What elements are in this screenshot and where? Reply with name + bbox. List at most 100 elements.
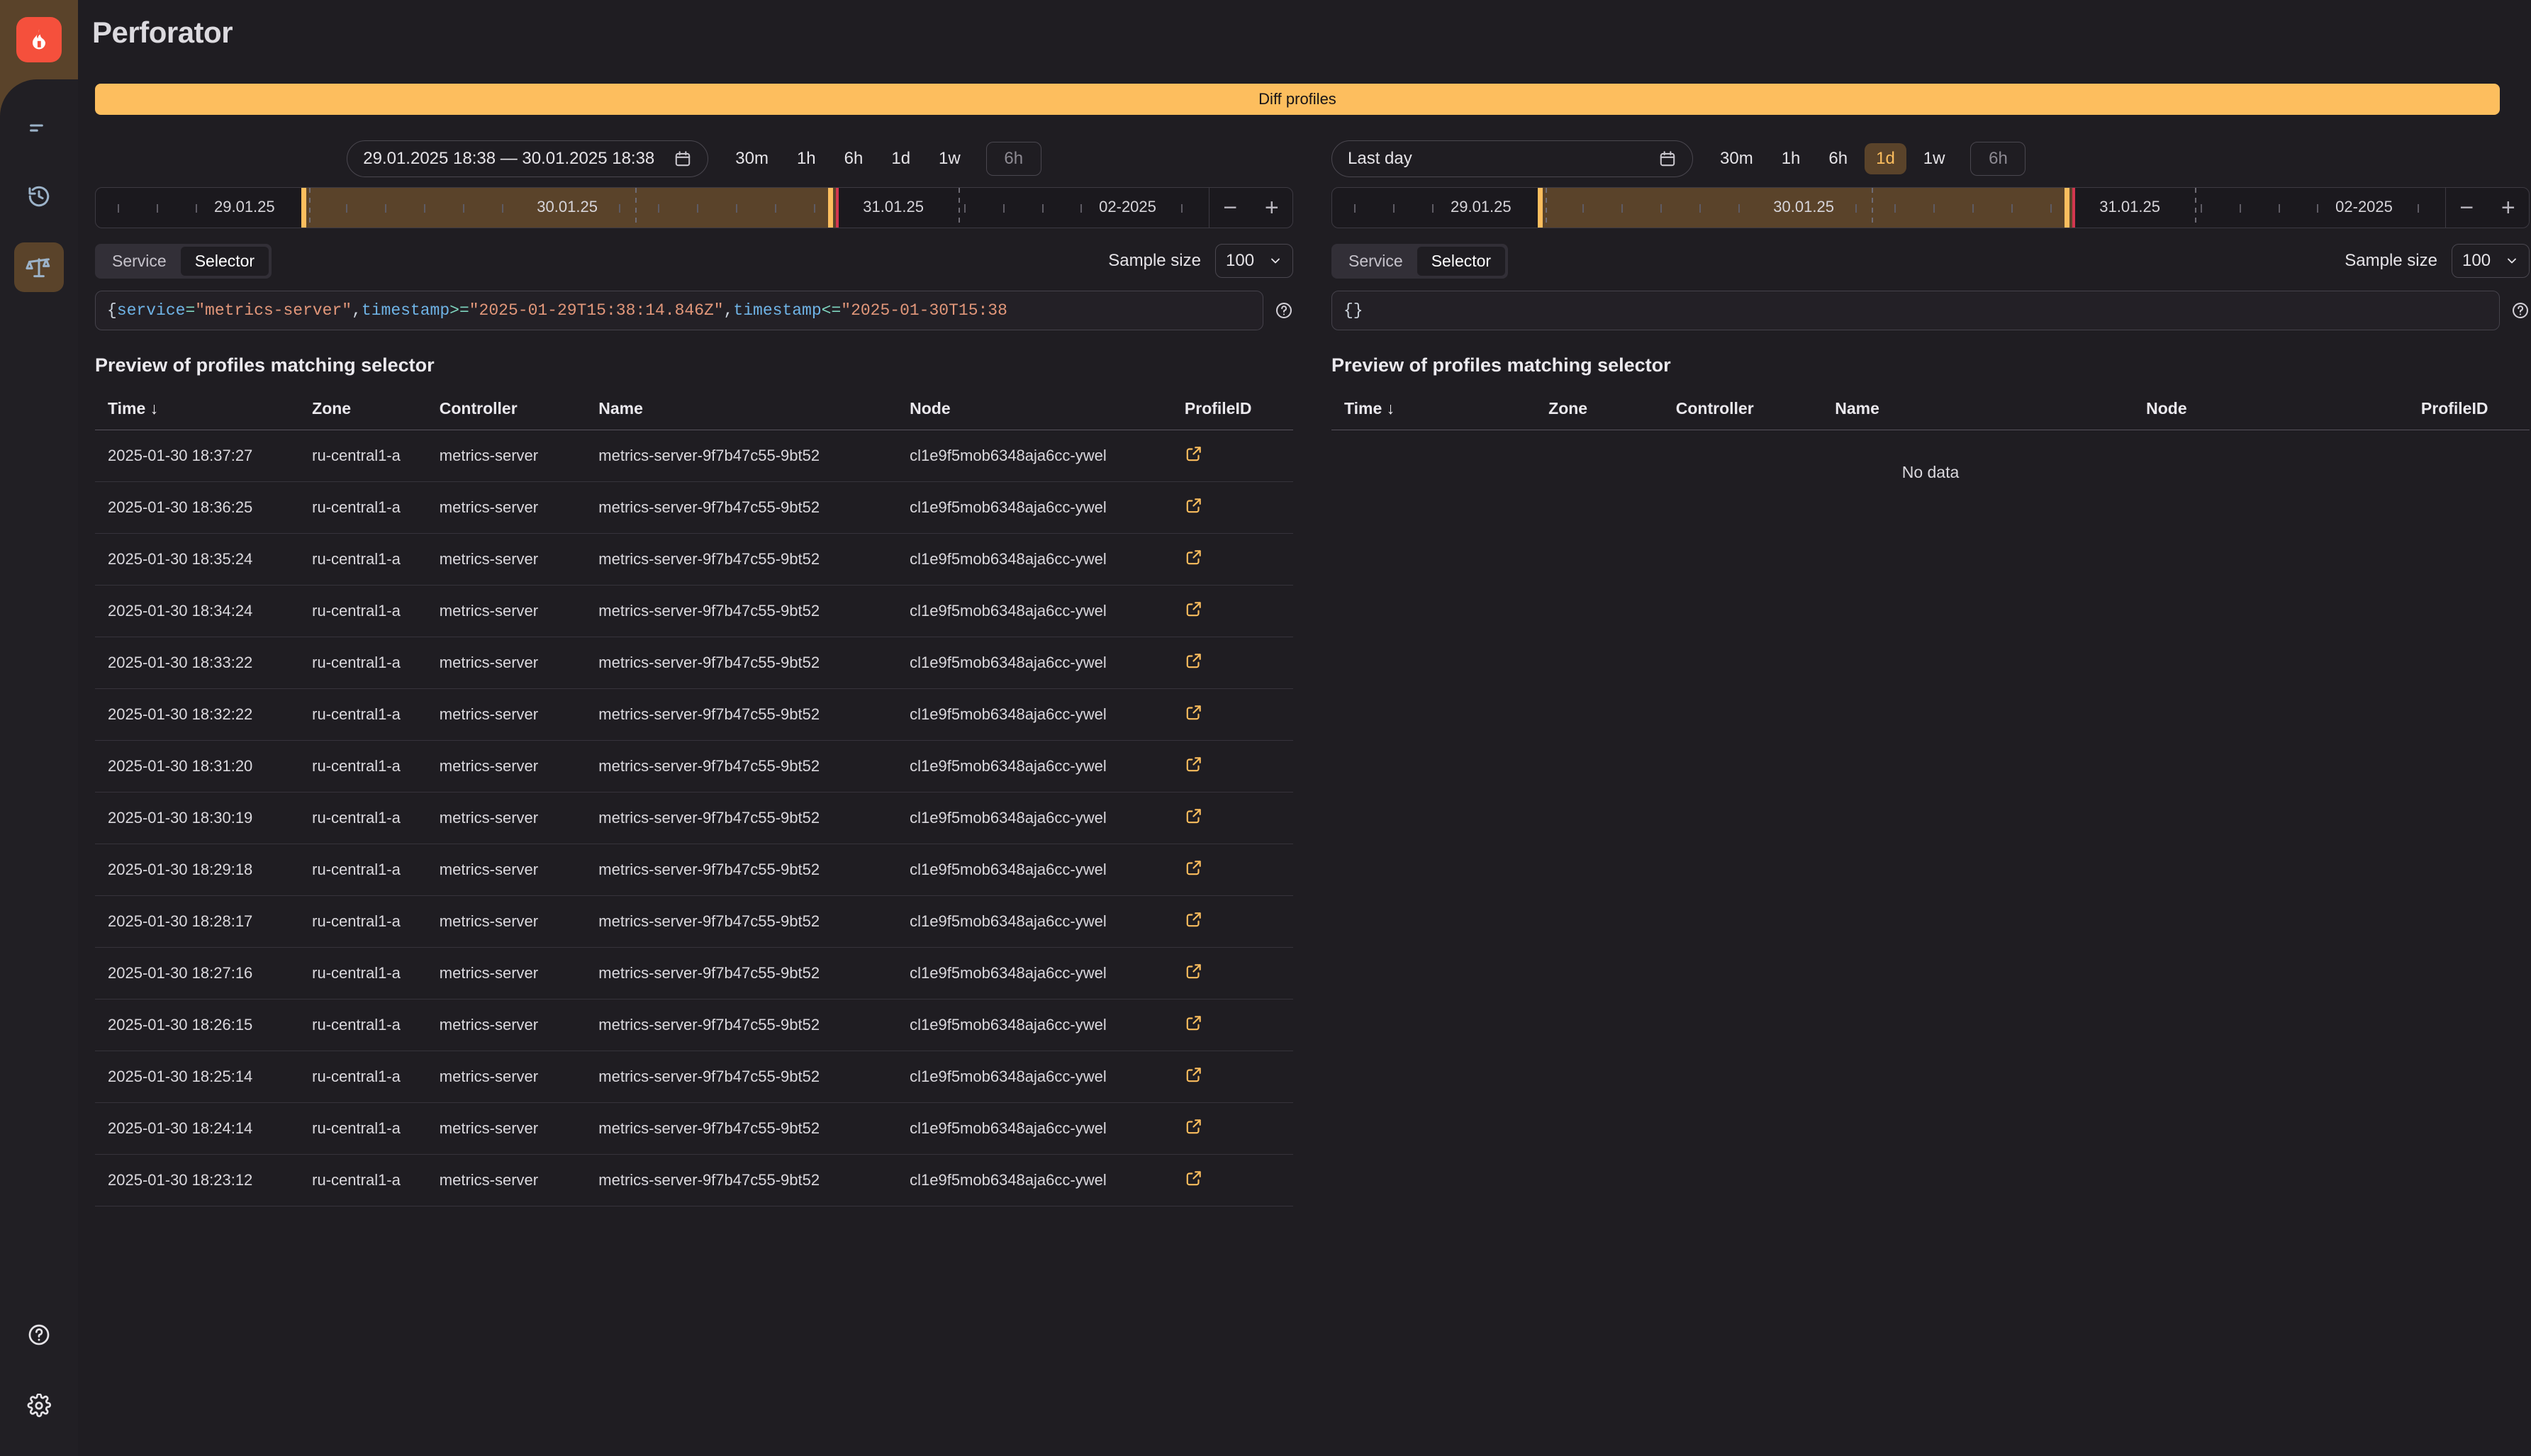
right-date-range-input[interactable]: Last day bbox=[1331, 140, 1693, 177]
right-sample-size-select[interactable]: 100 bbox=[2452, 244, 2530, 278]
right-col-controller[interactable]: Controller bbox=[1676, 389, 1836, 430]
left-timeline-track[interactable]: 29.01.25 30.01.25 31.01.25 02-2025 bbox=[96, 188, 1209, 228]
table-row[interactable]: 2025-01-30 18:24:14 ru-central1-a metrics-… bbox=[95, 1102, 1293, 1155]
open-profile-link[interactable] bbox=[1185, 651, 1203, 670]
table-row[interactable]: 2025-01-30 18:37:27 ru-central1-a metrics-… bbox=[95, 430, 1293, 482]
left-selector-input[interactable]: {service = "metrics-server", timestamp >=… bbox=[95, 291, 1263, 330]
right-col-time[interactable]: Time ↓ bbox=[1331, 389, 1548, 430]
right-zoom-out-button[interactable]: − bbox=[2459, 196, 2474, 220]
right-range-1d[interactable]: 1d bbox=[1865, 143, 1906, 174]
right-tab-selector[interactable]: Selector bbox=[1417, 246, 1506, 276]
open-profile-link[interactable] bbox=[1185, 1065, 1203, 1084]
external-link-icon bbox=[1186, 861, 1201, 875]
table-row[interactable]: 2025-01-30 18:26:15 ru-central1-a metrics-… bbox=[95, 999, 1293, 1051]
left-col-zone[interactable]: Zone bbox=[312, 389, 440, 430]
left-col-node[interactable]: Node bbox=[910, 389, 1185, 430]
open-profile-link[interactable] bbox=[1185, 600, 1203, 618]
app-logo[interactable] bbox=[16, 17, 62, 62]
table-row[interactable]: 2025-01-30 18:36:25 ru-central1-a metrics-… bbox=[95, 481, 1293, 534]
table-row[interactable]: 2025-01-30 18:34:24 ru-central1-a metrics-… bbox=[95, 585, 1293, 637]
right-range-30m[interactable]: 30m bbox=[1709, 143, 1765, 174]
left-range-6h[interactable]: 6h bbox=[833, 143, 875, 174]
sidebar-item-history[interactable] bbox=[14, 172, 64, 221]
table-row[interactable]: 2025-01-30 18:29:18 ru-central1-a metrics-… bbox=[95, 844, 1293, 896]
left-timeline-handle-start[interactable] bbox=[301, 188, 307, 228]
table-row[interactable]: 2025-01-30 18:35:24 ru-central1-a metrics-… bbox=[95, 533, 1293, 586]
left-range-30m[interactable]: 30m bbox=[724, 143, 780, 174]
table-row[interactable]: 2025-01-30 18:32:22 ru-central1-a metrics-… bbox=[95, 688, 1293, 741]
left-selector-help-icon[interactable] bbox=[1275, 301, 1293, 320]
open-profile-link[interactable] bbox=[1185, 496, 1203, 515]
open-profile-link[interactable] bbox=[1185, 548, 1203, 566]
right-empty-state: No data bbox=[1901, 463, 1960, 481]
table-row[interactable]: 2025-01-30 18:27:16 ru-central1-a metrics-… bbox=[95, 947, 1293, 999]
cell-time: 2025-01-30 18:22:08 bbox=[95, 1206, 313, 1220]
table-row[interactable]: 2025-01-30 18:28:17 ru-central1-a metrics-… bbox=[95, 895, 1293, 948]
sidebar-item-settings[interactable] bbox=[14, 1381, 64, 1430]
right-timeline-handle-end[interactable] bbox=[2065, 188, 2070, 228]
right-timeline[interactable]: 29.01.25 30.01.25 31.01.25 02-2025 − + bbox=[1331, 187, 2530, 228]
open-profile-link[interactable] bbox=[1185, 703, 1203, 722]
external-link-icon bbox=[1186, 705, 1201, 720]
right-range-1h[interactable]: 1h bbox=[1770, 143, 1812, 174]
left-sample-size-label: Sample size bbox=[1108, 251, 1201, 270]
open-profile-link[interactable] bbox=[1185, 962, 1203, 980]
left-range-1d[interactable]: 1d bbox=[880, 143, 922, 174]
left-date-range-input[interactable]: 29.01.2025 18:38 — 30.01.2025 18:38 bbox=[347, 140, 709, 177]
left-col-profileid[interactable]: ProfileID bbox=[1185, 389, 1293, 430]
right-timeline-track[interactable]: 29.01.25 30.01.25 31.01.25 02-2025 bbox=[1332, 188, 2445, 228]
open-profile-link[interactable] bbox=[1185, 910, 1203, 929]
right-timeline-label-3: 31.01.25 bbox=[2092, 198, 2167, 216]
open-profile-link[interactable] bbox=[1185, 1169, 1203, 1187]
cell-profileid bbox=[1184, 1051, 1293, 1103]
left-col-name[interactable]: Name bbox=[598, 389, 910, 430]
right-timeline-handle-start[interactable] bbox=[1538, 188, 1543, 228]
left-tab-service[interactable]: Service bbox=[98, 247, 181, 276]
left-zoom-out-button[interactable]: − bbox=[1223, 196, 1237, 220]
left-timeline-handle-end[interactable] bbox=[828, 188, 834, 228]
cell-name: metrics-server-9f7b47c55-9bt52 bbox=[598, 1102, 910, 1155]
open-profile-link[interactable] bbox=[1185, 1117, 1203, 1136]
right-col-profileid[interactable]: ProfileID bbox=[2421, 389, 2530, 430]
table-row[interactable]: 2025-01-30 18:31:20 ru-central1-a metrics-… bbox=[95, 740, 1293, 793]
open-profile-link[interactable] bbox=[1185, 807, 1203, 825]
left-tab-selector[interactable]: Selector bbox=[180, 246, 269, 276]
left-col-time[interactable]: Time ↓ bbox=[95, 389, 312, 430]
cell-node: cl1e9f5mob6348aja6cc-ywel bbox=[910, 1051, 1185, 1103]
open-profile-link[interactable] bbox=[1185, 858, 1203, 877]
right-range-buttons: 30m 1h 6h 1d 1w 6h bbox=[1709, 142, 2026, 176]
left-timeline[interactable]: 29.01.25 30.01.25 31.01.25 02-2025 − + bbox=[95, 187, 1293, 228]
diff-profiles-button[interactable]: Diff profiles bbox=[95, 84, 2500, 115]
left-sample-size-select[interactable]: 100 bbox=[1215, 244, 1293, 278]
right-custom-range-input[interactable]: 6h bbox=[1970, 142, 2026, 176]
right-col-name[interactable]: Name bbox=[1835, 389, 2146, 430]
right-range-1w[interactable]: 1w bbox=[1912, 143, 1957, 174]
left-range-1h[interactable]: 1h bbox=[786, 143, 827, 174]
right-tab-service[interactable]: Service bbox=[1334, 247, 1417, 276]
right-sample-size-group: Sample size 100 bbox=[2345, 244, 2530, 278]
left-col-controller[interactable]: Controller bbox=[440, 389, 599, 430]
left-range-1w[interactable]: 1w bbox=[927, 143, 972, 174]
sidebar-item-diff[interactable] bbox=[14, 242, 64, 292]
right-selector-input[interactable]: {} bbox=[1331, 291, 2500, 330]
sidebar-item-help[interactable] bbox=[14, 1310, 64, 1360]
selector-token-4: , bbox=[352, 301, 362, 320]
right-col-node[interactable]: Node bbox=[2146, 389, 2421, 430]
table-row[interactable]: 2025-01-30 18:30:19 ru-central1-a metrics-… bbox=[95, 792, 1293, 844]
table-row[interactable]: 2025-01-30 18:25:14 ru-central1-a metrics-… bbox=[95, 1051, 1293, 1103]
right-selector-help-icon[interactable] bbox=[2511, 301, 2530, 320]
table-row[interactable]: 2025-01-30 18:23:12 ru-central1-a metrics-… bbox=[95, 1154, 1293, 1206]
left-custom-range-input[interactable]: 6h bbox=[985, 142, 1041, 176]
open-profile-link[interactable] bbox=[1185, 444, 1203, 463]
open-profile-link[interactable] bbox=[1185, 1014, 1203, 1032]
right-col-zone[interactable]: Zone bbox=[1548, 389, 1676, 430]
left-zoom-in-button[interactable]: + bbox=[1265, 196, 1279, 220]
cell-name: metrics-server-9f7b47c55-9bt52 bbox=[598, 844, 910, 896]
right-date-range-value: Last day bbox=[1348, 149, 1412, 168]
table-row[interactable]: 2025-01-30 18:33:22 ru-central1-a metrics-… bbox=[95, 637, 1293, 689]
table-row[interactable]: 2025-01-30 18:22:08ru-central1-ametrics-… bbox=[95, 1206, 1293, 1220]
right-range-6h[interactable]: 6h bbox=[1817, 143, 1859, 174]
right-zoom-in-button[interactable]: + bbox=[2501, 196, 2515, 220]
cell-node: cl1e9f5mob6348aja6cc-ywel bbox=[910, 740, 1185, 793]
open-profile-link[interactable] bbox=[1185, 755, 1203, 773]
